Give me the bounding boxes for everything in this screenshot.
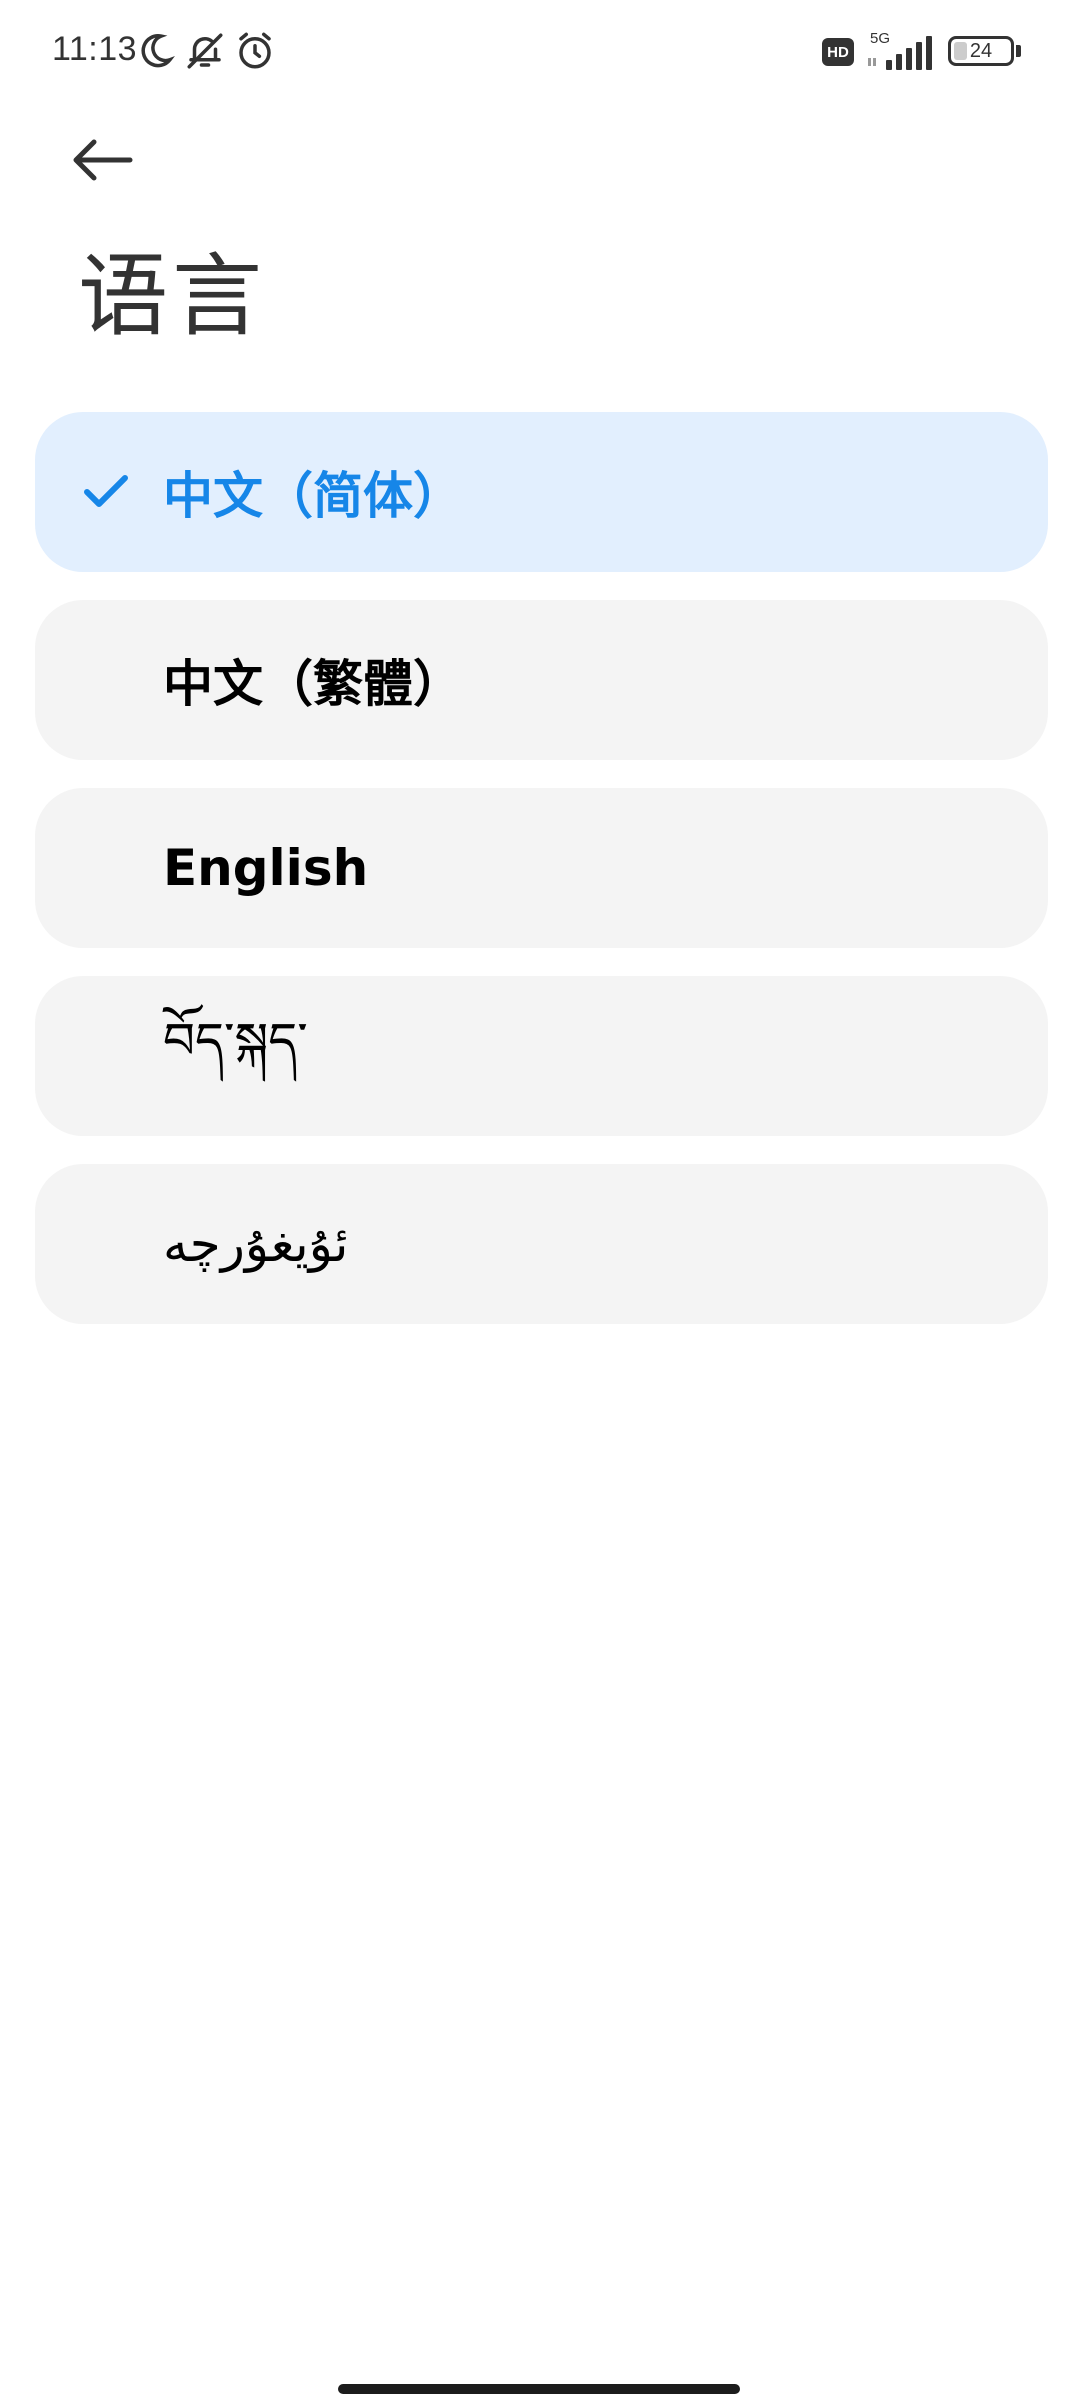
language-option-tibetan[interactable]: བོད་སྐད་ [35,976,1048,1136]
status-time: 11:13 [52,30,138,68]
language-option-uyghur[interactable]: ئۇيغۇرچە [35,1164,1048,1324]
battery-tip [1016,45,1021,57]
page-title: 语言 [78,244,266,349]
language-label: 中文（简体） [163,467,463,525]
home-indicator[interactable] [338,2384,740,2394]
hd-badge: HD [822,38,854,66]
arrow-left-icon [73,139,133,181]
status-bar: 11:13 HD 5G 24 [0,0,1080,100]
language-option-zh-hant[interactable]: 中文（繁體） [35,600,1048,760]
language-option-zh-hans[interactable]: 中文（简体） [35,412,1048,572]
moon-icon [134,30,176,72]
back-button[interactable] [70,120,166,200]
language-list: 中文（简体） 中文（繁體） English བོད་སྐད་ ئۇيغۇرچە [35,412,1048,1352]
battery-icon: 24 [948,36,1014,66]
alarm-icon [234,30,276,72]
language-option-english[interactable]: English [35,788,1048,948]
check-icon [84,475,128,507]
bell-off-icon [184,30,226,72]
signal-icon [864,36,936,72]
battery-level: 24 [969,39,993,62]
language-label: ئۇيغۇرچە [163,1215,349,1273]
language-settings-screen: 11:13 HD 5G 24 语言 中文（简体） 中文（繁體） English … [0,0,1080,2400]
language-label: English [163,839,369,897]
battery-fill [954,42,967,60]
language-label: བོད་སྐད་ [163,1012,308,1070]
language-label: 中文（繁體） [163,655,463,713]
